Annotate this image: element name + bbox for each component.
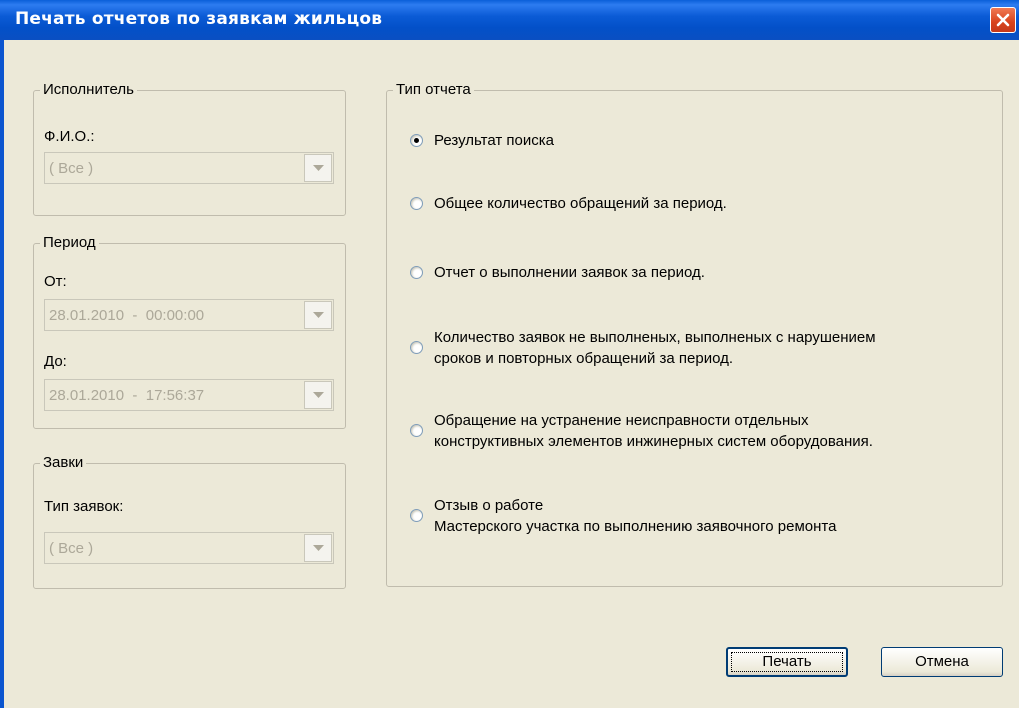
chevron-down-icon (313, 312, 324, 318)
focus-rect (731, 652, 843, 672)
radio-execution-report-label[interactable]: Отчет о выполнении заявок за период. (434, 262, 705, 283)
to-date-value: 28.01.2010 - 17:56:37 (49, 387, 205, 404)
radio-search-result[interactable] (410, 134, 423, 147)
radio-total-requests[interactable] (410, 197, 423, 210)
cancel-button[interactable]: Отмена (881, 647, 1003, 677)
request-type-value: ( Все ) (49, 540, 94, 557)
radio-search-result-label[interactable]: Результат поиска (434, 130, 554, 151)
request-type-dropdown-button[interactable] (304, 534, 332, 562)
option-line1: Общее количество обращений за период. (434, 195, 727, 212)
chevron-down-icon (313, 165, 324, 171)
request-type-dropdown[interactable]: ( Все ) (44, 532, 334, 564)
option-line2: сроков и повторных обращений за период. (434, 350, 734, 367)
option-line1: Обращение на устранение неисправности от… (434, 412, 809, 429)
title-bar[interactable]: Печать отчетов по заявкам жильцов (0, 0, 1019, 40)
to-date-dropdown-button[interactable] (304, 381, 332, 409)
from-date-dropdown-button[interactable] (304, 301, 332, 329)
period-legend: Период (40, 234, 99, 251)
radio-total-requests-label[interactable]: Общее количество обращений за период. (434, 193, 727, 214)
window-title: Печать отчетов по заявкам жильцов (15, 9, 383, 29)
to-date-picker[interactable]: 28.01.2010 - 17:56:37 (44, 379, 334, 411)
option-line2: конструктивных элементов инжинерных сист… (434, 433, 873, 450)
option-line1: Отзыв о работе (434, 497, 544, 514)
option-line1: Результат поиска (434, 132, 554, 149)
window-border (0, 40, 4, 708)
option-line2: Мастерского участка по выполнению заявоч… (434, 518, 837, 535)
request-type-label: Тип заявок: (44, 498, 124, 515)
radio-malfunction-report-label[interactable]: Обращение на устранение неисправности от… (434, 410, 873, 452)
option-line1: Отчет о выполнении заявок за период. (434, 264, 705, 281)
executor-legend: Исполнитель (40, 81, 137, 98)
chevron-down-icon (313, 545, 324, 551)
radio-work-feedback[interactable] (410, 509, 423, 522)
requests-legend: Завки (40, 454, 87, 471)
radio-malfunction-report[interactable] (410, 424, 423, 437)
report-type-legend: Тип отчета (393, 81, 474, 98)
print-button[interactable]: Печать (726, 647, 848, 677)
close-button[interactable] (990, 7, 1016, 33)
fio-label: Ф.И.О.: (44, 128, 95, 145)
fio-value: ( Все ) (49, 160, 94, 177)
chevron-down-icon (313, 392, 324, 398)
radio-violations-report-label[interactable]: Количество заявок не выполненых, выполне… (434, 327, 876, 369)
radio-execution-report[interactable] (410, 266, 423, 279)
radio-work-feedback-label[interactable]: Отзыв о работе Мастерского участка по вы… (434, 495, 836, 537)
close-icon (996, 13, 1010, 27)
fio-dropdown[interactable]: ( Все ) (44, 152, 334, 184)
fio-dropdown-button[interactable] (304, 154, 332, 182)
print-reports-dialog: Печать отчетов по заявкам жильцов Исполн… (0, 0, 1019, 708)
from-date-picker[interactable]: 28.01.2010 - 00:00:00 (44, 299, 334, 331)
radio-violations-report[interactable] (410, 341, 423, 354)
from-date-value: 28.01.2010 - 00:00:00 (49, 307, 205, 324)
requests-group: Завки (33, 454, 346, 589)
to-label: До: (44, 353, 67, 370)
cancel-button-label: Отмена (915, 653, 969, 670)
from-label: От: (44, 273, 67, 290)
option-line1: Количество заявок не выполненых, выполне… (434, 329, 876, 346)
